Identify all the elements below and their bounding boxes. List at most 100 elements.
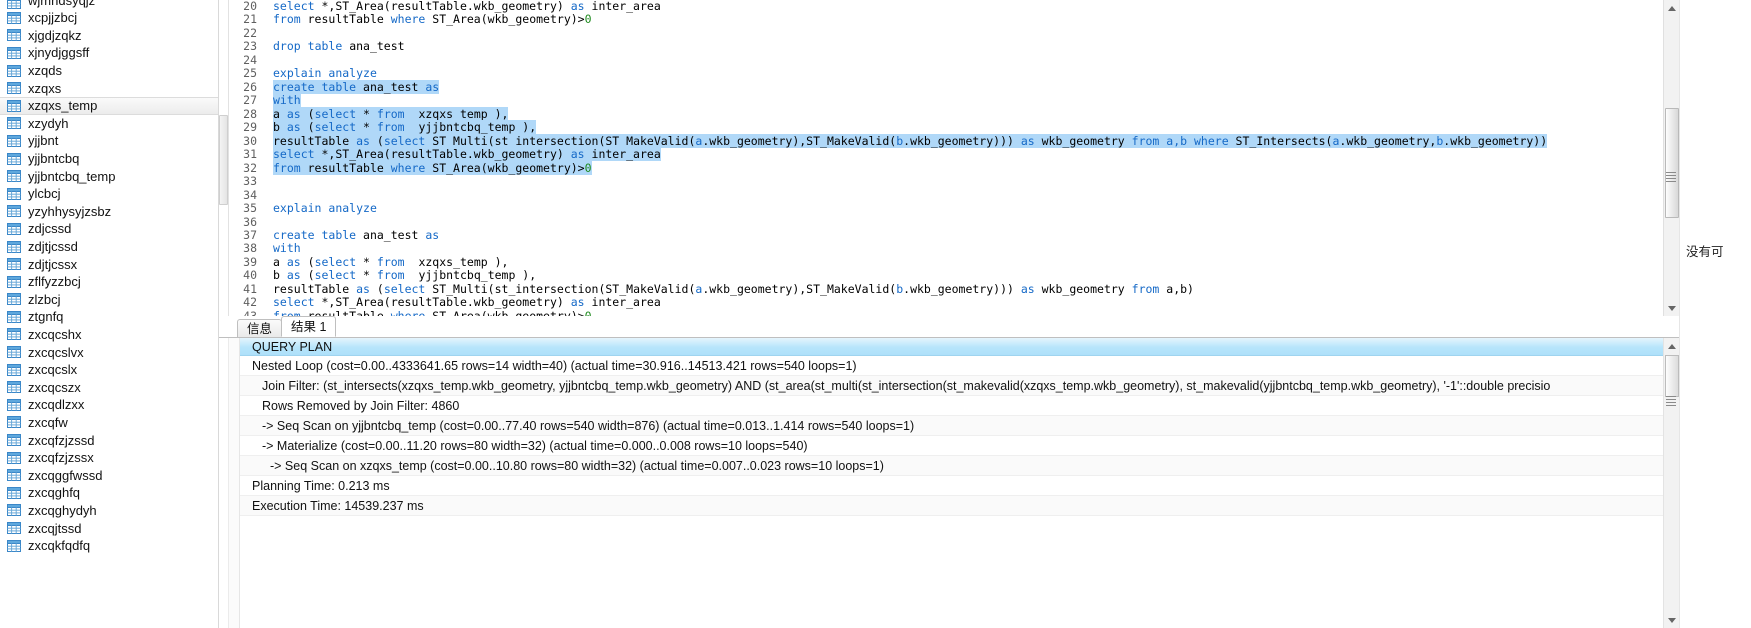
table-row[interactable]: -> Materialize (cost=0.00..11.20 rows=80… [240,436,1679,456]
sidebar-item-ztgnfq[interactable]: ztgnfq [0,308,218,326]
sidebar-item-zxcqghfq[interactable]: zxcqghfq [0,484,218,502]
line-number: 20 [243,0,257,13]
code-line[interactable]: resultTable as (select ST_Multi(st_inter… [273,282,1679,296]
sidebar-item-zxcqdlzxx[interactable]: zxcqdlzxx [0,396,218,414]
sidebar-item-xjnydjggsff[interactable]: xjnydjggsff [0,44,218,62]
code-line[interactable]: resultTable as (select ST_Multi(st_inter… [273,133,1679,148]
table-row[interactable]: Execution Time: 14539.237 ms [240,496,1679,516]
code-line[interactable]: select *,ST_Area(resultTable.wkb_geometr… [273,147,1679,162]
code-line-text: select *,ST_Area(resultTable.wkb_geometr… [273,0,661,13]
code-line-text: a as (select * from xzqxs_temp ), [273,106,509,121]
sidebar-item-zxcqcszx[interactable]: zxcqcszx [0,378,218,396]
sidebar-item-zxcqghydyh[interactable]: zxcqghydyh [0,502,218,520]
sidebar-item-zxcqkfqdfq[interactable]: zxcqkfqdfq [0,537,218,555]
sidebar-item-label: zxcqjtssd [28,520,82,536]
sidebar-item-label: zxcqcslvx [28,344,84,360]
table-row[interactable]: -> Seq Scan on yjjbntcbq_temp (cost=0.00… [240,416,1679,436]
table-row[interactable]: Join Filter: (st_intersects(xzqxs_temp.w… [240,376,1679,396]
table-row[interactable]: Nested Loop (cost=0.00..4333641.65 rows=… [240,356,1679,376]
code-line[interactable] [273,189,1679,202]
code-line-text: a as (select * from xzqxs_temp ), [273,254,509,269]
right-side-panel: 没有可 [1679,0,1751,628]
table-icon [7,398,21,411]
sidebar-item-zxcqcslx[interactable]: zxcqcslx [0,361,218,379]
tab-info[interactable]: 信息 [237,319,283,337]
table-icon [7,240,21,253]
code-line[interactable]: select *,ST_Area(resultTable.wkb_geometr… [273,296,1679,309]
sidebar-item-zxcqfw[interactable]: zxcqfw [0,414,218,432]
results-grid-panel[interactable]: QUERY PLAN Nested Loop (cost=0.00..43336… [219,338,1679,628]
sidebar-item-yzyhhysyjzsbz[interactable]: yzyhhysyjzsbz [0,203,218,221]
sidebar-item-label: zflfyzzbcj [28,274,81,290]
database-object-tree[interactable]: wjmndsyqjz xcpjjzbcj xjgdjzqkz xjnydjggs… [0,0,219,628]
table-icon [7,469,21,482]
code-line[interactable]: explain analyze [273,67,1679,80]
code-line[interactable]: create table ana_test as [273,227,1679,242]
sidebar-item-xjgdjzqkz[interactable]: xjgdjzqkz [0,27,218,45]
sidebar-item-zdjcssd[interactable]: zdjcssd [0,220,218,238]
sql-code-content[interactable]: select *,ST_Area(resultTable.wkb_geometr… [263,0,1679,316]
code-line[interactable] [273,216,1679,229]
code-line[interactable]: create table ana_test as [273,79,1679,94]
grid-column-header-query-plan[interactable]: QUERY PLAN [240,338,1679,356]
results-vertical-scrollbar[interactable] [1663,338,1679,628]
sidebar-item-zxcqfzjzssd[interactable]: zxcqfzjzssd [0,431,218,449]
sidebar-item-ylcbcj[interactable]: ylcbcj [0,185,218,203]
sidebar-item-zflfyzzbcj[interactable]: zflfyzzbcj [0,273,218,291]
results-grid[interactable]: QUERY PLAN Nested Loop (cost=0.00..43336… [229,338,1679,628]
sidebar-item-zlzbcj[interactable]: zlzbcj [0,291,218,309]
table-row[interactable]: Rows Removed by Join Filter: 4860 [240,396,1679,416]
table-list: wjmndsyqjz xcpjjzbcj xjgdjzqkz xjnydjggs… [0,0,218,554]
code-line[interactable] [273,175,1679,188]
editor-scroll-thumb[interactable] [1665,108,1679,218]
code-line[interactable] [273,27,1679,40]
sidebar-item-xcpjjzbcj[interactable]: xcpjjzbcj [0,9,218,27]
vertical-splitter-handle[interactable] [219,115,228,205]
code-line[interactable]: explain analyze [273,201,1679,215]
sidebar-item-label: zdjtjcssd [28,239,78,255]
table-row[interactable]: Planning Time: 0.213 ms [240,476,1679,496]
table-row[interactable]: -> Seq Scan on xzqxs_temp (cost=0.00..10… [240,456,1679,476]
code-line[interactable]: a as (select * from xzqxs_temp ), [273,254,1679,269]
code-line[interactable]: from resultTable where ST_Area(wkb_geome… [273,160,1679,175]
sql-editor-panel[interactable]: 20 21 22 23 24 25 26 27 28 29 30 31 32 33 34 35 36 37 38 39… [219,0,1679,316]
sidebar-item-xzqxs[interactable]: xzqxs [0,79,218,97]
sidebar-item-zdjtjcssd[interactable]: zdjtjcssd [0,238,218,256]
code-line[interactable]: a as (select * from xzqxs_temp ), [273,106,1679,121]
code-line[interactable]: select *,ST_Area(resultTable.wkb_geometr… [273,0,1679,13]
results-scroll-up-arrow-icon[interactable] [1664,338,1679,354]
code-line[interactable]: with [273,93,1679,108]
code-line-text: create table ana_test as [273,227,440,242]
editor-vertical-scrollbar[interactable] [1663,0,1679,316]
sidebar-item-label: ylcbcj [28,186,61,202]
results-tab-bar[interactable]: 信息 结果 1 [219,316,1679,338]
code-line[interactable]: b as (select * from yjjbntcbq_temp ), [273,269,1679,282]
table-icon [7,82,21,95]
results-scroll-down-arrow-icon[interactable] [1664,612,1679,628]
sidebar-item-xzqds[interactable]: xzqds [0,62,218,80]
tab-result-1[interactable]: 结果 1 [281,316,337,337]
sidebar-item-zxcqcshx[interactable]: zxcqcshx [0,326,218,344]
code-line[interactable]: with [273,242,1679,255]
sidebar-item-yjjbntcbq_temp[interactable]: yjjbntcbq_temp [0,167,218,185]
code-line[interactable]: b as (select * from yjjbntcbq_temp ), [273,120,1679,135]
scroll-down-arrow-icon[interactable] [1664,300,1679,316]
sidebar-item-xzqxs_temp[interactable]: xzqxs_temp [0,96,218,115]
sidebar-item-zdjtjcssx[interactable]: zdjtjcssx [0,255,218,273]
sidebar-item-yjjbnt[interactable]: yjjbnt [0,132,218,150]
sidebar-item-yjjbntcbq[interactable]: yjjbntcbq [0,150,218,168]
code-line[interactable]: from resultTable where ST_Area(wkb_geome… [273,13,1679,26]
sidebar-item-zxcqcslvx[interactable]: zxcqcslvx [0,343,218,361]
editor-resize-grip-icon[interactable] [1666,172,1676,184]
sidebar-item-zxcqggfwssd[interactable]: zxcqggfwssd [0,466,218,484]
scroll-up-arrow-icon[interactable] [1664,0,1679,16]
code-line[interactable] [273,54,1679,67]
sidebar-item-zxcqjtssd[interactable]: zxcqjtssd [0,519,218,537]
line-number: 25 [243,66,257,81]
results-scroll-thumb[interactable] [1665,355,1679,397]
sidebar-item-zxcqfzjzssx[interactable]: zxcqfzjzssx [0,449,218,467]
sidebar-item-xzydyh[interactable]: xzydyh [0,115,218,133]
code-line[interactable]: drop table ana_test [273,40,1679,53]
sidebar-item-wjmndsyqjz[interactable]: wjmndsyqjz [0,0,218,9]
results-resize-grip-icon[interactable] [1666,396,1676,408]
